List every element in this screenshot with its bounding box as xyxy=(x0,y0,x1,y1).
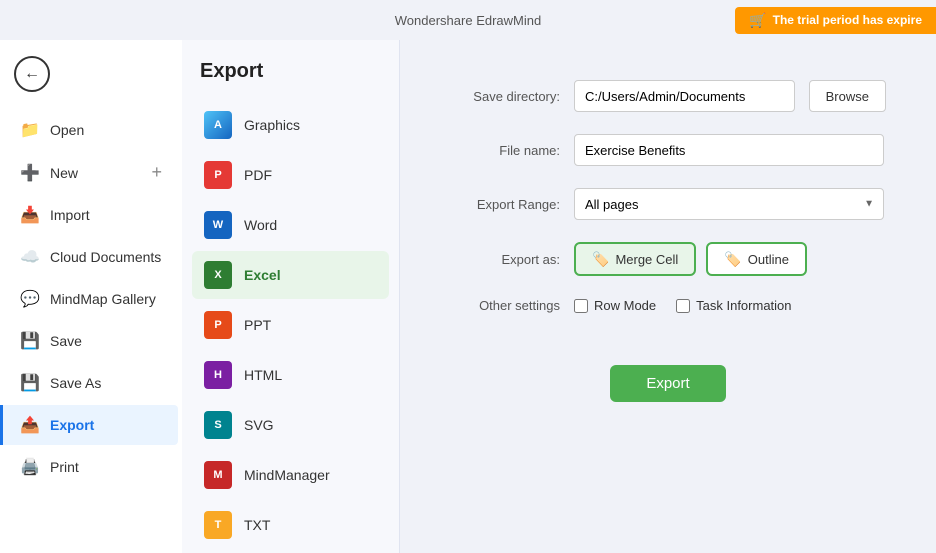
format-label-mindmanager: MindManager xyxy=(244,467,330,483)
format-label-txt: TXT xyxy=(244,517,270,533)
cloud-icon: ☁️ xyxy=(20,247,40,267)
ppt-icon: P xyxy=(204,311,232,339)
mindmanager-icon: M xyxy=(204,461,232,489)
other-settings-row: Other settings Row Mode Task Information xyxy=(450,298,886,313)
sidebar-item-import[interactable]: 📥 Import xyxy=(4,195,178,235)
merge-cell-button[interactable]: 🏷️ Merge Cell xyxy=(574,242,696,276)
outline-label: Outline xyxy=(748,252,789,267)
export-as-label: Export as: xyxy=(450,252,560,267)
export-button[interactable]: Export xyxy=(610,365,725,402)
task-info-checkbox[interactable] xyxy=(676,299,690,313)
save-directory-row: Save directory: Browse xyxy=(450,80,886,112)
format-label-html: HTML xyxy=(244,367,282,383)
sidebar-label-cloud: Cloud Documents xyxy=(50,249,161,265)
format-label-word: Word xyxy=(244,217,277,233)
sidebar-item-saveas[interactable]: 💾 Save As xyxy=(4,363,178,403)
plus-icon: + xyxy=(151,162,162,183)
format-pdf[interactable]: P PDF xyxy=(192,151,389,199)
row-mode-label: Row Mode xyxy=(594,298,656,313)
saveas-icon: 💾 xyxy=(20,373,40,393)
word-icon: W xyxy=(204,211,232,239)
main-layout: ← 📁 Open ➕ New + 📥 Import ☁️ Cloud Docum… xyxy=(0,40,936,553)
content-area: Save directory: Browse File name: Export… xyxy=(400,40,936,553)
format-svg[interactable]: S SVG xyxy=(192,401,389,449)
format-mindmanager[interactable]: M MindManager xyxy=(192,451,389,499)
sidebar-label-save: Save xyxy=(50,333,82,349)
save-icon: 💾 xyxy=(20,331,40,351)
format-label-graphics: Graphics xyxy=(244,117,300,133)
row-mode-checkbox-item[interactable]: Row Mode xyxy=(574,298,656,313)
other-settings-label: Other settings xyxy=(450,298,560,313)
export-panel: Export A Graphics P PDF W Word X Excel P… xyxy=(182,40,400,553)
sidebar-item-cloud[interactable]: ☁️ Cloud Documents xyxy=(4,237,178,277)
format-word[interactable]: W Word xyxy=(192,201,389,249)
sidebar-label-print: Print xyxy=(50,459,79,475)
export-range-label: Export Range: xyxy=(450,197,560,212)
svg-icon: S xyxy=(204,411,232,439)
trial-badge[interactable]: 🛒 The trial period has expire xyxy=(735,7,936,34)
sidebar-label-export: Export xyxy=(50,417,94,433)
export-panel-title: Export xyxy=(192,60,389,83)
format-label-excel: Excel xyxy=(244,267,281,283)
checkbox-group: Row Mode Task Information xyxy=(574,298,792,313)
row-mode-checkbox[interactable] xyxy=(574,299,588,313)
sidebar-label-new: New xyxy=(50,165,78,181)
sidebar: ← 📁 Open ➕ New + 📥 Import ☁️ Cloud Docum… xyxy=(0,40,182,553)
sidebar-label-saveas: Save As xyxy=(50,375,101,391)
export-range-select[interactable]: All pages Current page Selected pages xyxy=(574,188,884,220)
file-name-input[interactable] xyxy=(574,134,884,166)
export-range-row: Export Range: All pages Current page Sel… xyxy=(450,188,886,220)
print-icon: 🖨️ xyxy=(20,457,40,477)
task-info-label: Task Information xyxy=(696,298,791,313)
html-icon: H xyxy=(204,361,232,389)
outline-button[interactable]: 🏷️ Outline xyxy=(706,242,807,276)
sidebar-label-import: Import xyxy=(50,207,90,223)
cart-icon: 🛒 xyxy=(749,12,766,29)
sidebar-item-open[interactable]: 📁 Open xyxy=(4,110,178,150)
trial-text: The trial period has expire xyxy=(773,13,922,27)
format-ppt[interactable]: P PPT xyxy=(192,301,389,349)
export-button-wrapper: Export xyxy=(450,335,886,402)
new-icon: ➕ xyxy=(20,163,40,183)
sidebar-item-export[interactable]: 📤 Export xyxy=(0,405,178,445)
mindmap-icon: 💬 xyxy=(20,289,40,309)
merge-cell-label: Merge Cell xyxy=(615,252,678,267)
sidebar-label-mindmap: MindMap Gallery xyxy=(50,291,156,307)
format-txt[interactable]: T TXT xyxy=(192,501,389,549)
format-label-svg: SVG xyxy=(244,417,274,433)
sidebar-item-new[interactable]: ➕ New + xyxy=(4,152,178,193)
sidebar-item-save[interactable]: 💾 Save xyxy=(4,321,178,361)
export-as-group: 🏷️ Merge Cell 🏷️ Outline xyxy=(574,242,807,276)
sidebar-item-mindmap[interactable]: 💬 MindMap Gallery xyxy=(4,279,178,319)
back-button[interactable]: ← xyxy=(14,56,50,92)
file-name-label: File name: xyxy=(450,143,560,158)
excel-icon: X xyxy=(204,261,232,289)
export-range-wrapper: All pages Current page Selected pages ▼ xyxy=(574,188,884,220)
merge-cell-icon: 🏷️ xyxy=(592,251,609,268)
graphics-icon: A xyxy=(204,111,232,139)
format-label-ppt: PPT xyxy=(244,317,271,333)
browse-button[interactable]: Browse xyxy=(809,80,886,112)
save-directory-label: Save directory: xyxy=(450,89,560,104)
format-label-pdf: PDF xyxy=(244,167,272,183)
txt-icon: T xyxy=(204,511,232,539)
export-as-row: Export as: 🏷️ Merge Cell 🏷️ Outline xyxy=(450,242,886,276)
import-icon: 📥 xyxy=(20,205,40,225)
open-icon: 📁 xyxy=(20,120,40,140)
format-graphics[interactable]: A Graphics xyxy=(192,101,389,149)
export-icon: 📤 xyxy=(20,415,40,435)
graphics-icon-text: A xyxy=(214,119,222,131)
sidebar-item-print[interactable]: 🖨️ Print xyxy=(4,447,178,487)
sidebar-label-open: Open xyxy=(50,122,84,138)
format-excel[interactable]: X Excel xyxy=(192,251,389,299)
save-directory-input[interactable] xyxy=(574,80,795,112)
task-info-checkbox-item[interactable]: Task Information xyxy=(676,298,791,313)
format-html[interactable]: H HTML xyxy=(192,351,389,399)
app-title: Wondershare EdrawMind xyxy=(395,13,541,28)
pdf-icon: P xyxy=(204,161,232,189)
outline-icon: 🏷️ xyxy=(724,251,741,268)
top-bar: Wondershare EdrawMind 🛒 The trial period… xyxy=(0,0,936,40)
file-name-row: File name: xyxy=(450,134,886,166)
